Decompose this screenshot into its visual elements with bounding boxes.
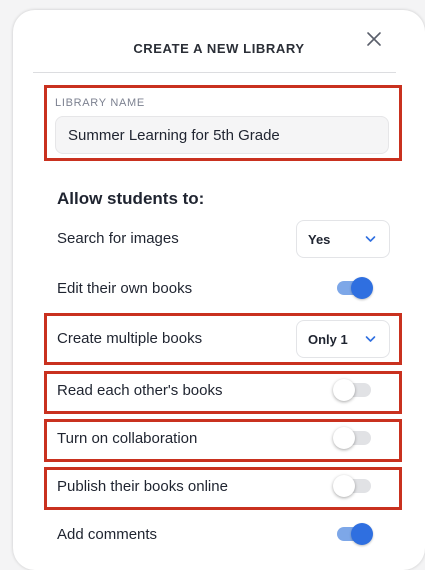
chevron-down-icon bbox=[365, 336, 376, 342]
collaboration-label: Turn on collaboration bbox=[57, 430, 198, 447]
collaboration-toggle[interactable] bbox=[333, 427, 371, 449]
toggle-knob bbox=[333, 427, 355, 449]
multiple-books-label: Create multiple books bbox=[57, 330, 203, 347]
toggle-knob bbox=[333, 379, 355, 401]
multiple-books-value: Only 1 bbox=[308, 332, 348, 347]
edit-books-label: Edit their own books bbox=[57, 280, 193, 297]
library-name-label: LIBRARY NAME bbox=[55, 97, 145, 109]
add-comments-label: Add comments bbox=[57, 526, 158, 543]
publish-online-toggle[interactable] bbox=[333, 475, 371, 497]
toggle-knob bbox=[351, 277, 373, 299]
allow-students-heading: Allow students to: bbox=[57, 189, 205, 208]
close-icon[interactable] bbox=[366, 31, 382, 47]
header-divider bbox=[33, 72, 396, 73]
search-images-label: Search for images bbox=[57, 230, 179, 247]
modal-title: CREATE A NEW LIBRARY bbox=[133, 41, 305, 56]
modal-header: CREATE A NEW LIBRARY bbox=[13, 10, 425, 73]
publish-online-label: Publish their books online bbox=[57, 478, 228, 495]
multiple-books-select[interactable]: Only 1 bbox=[296, 320, 390, 358]
edit-books-toggle[interactable] bbox=[337, 277, 373, 299]
toggle-knob bbox=[333, 475, 355, 497]
toggle-knob bbox=[351, 523, 373, 545]
read-others-toggle[interactable] bbox=[333, 379, 371, 401]
chevron-down-icon bbox=[365, 236, 376, 242]
add-comments-toggle[interactable] bbox=[337, 523, 373, 545]
library-name-input[interactable] bbox=[55, 116, 389, 154]
search-images-select[interactable]: Yes bbox=[296, 220, 390, 258]
search-images-value: Yes bbox=[308, 232, 331, 247]
read-others-label: Read each other's books bbox=[57, 382, 223, 399]
